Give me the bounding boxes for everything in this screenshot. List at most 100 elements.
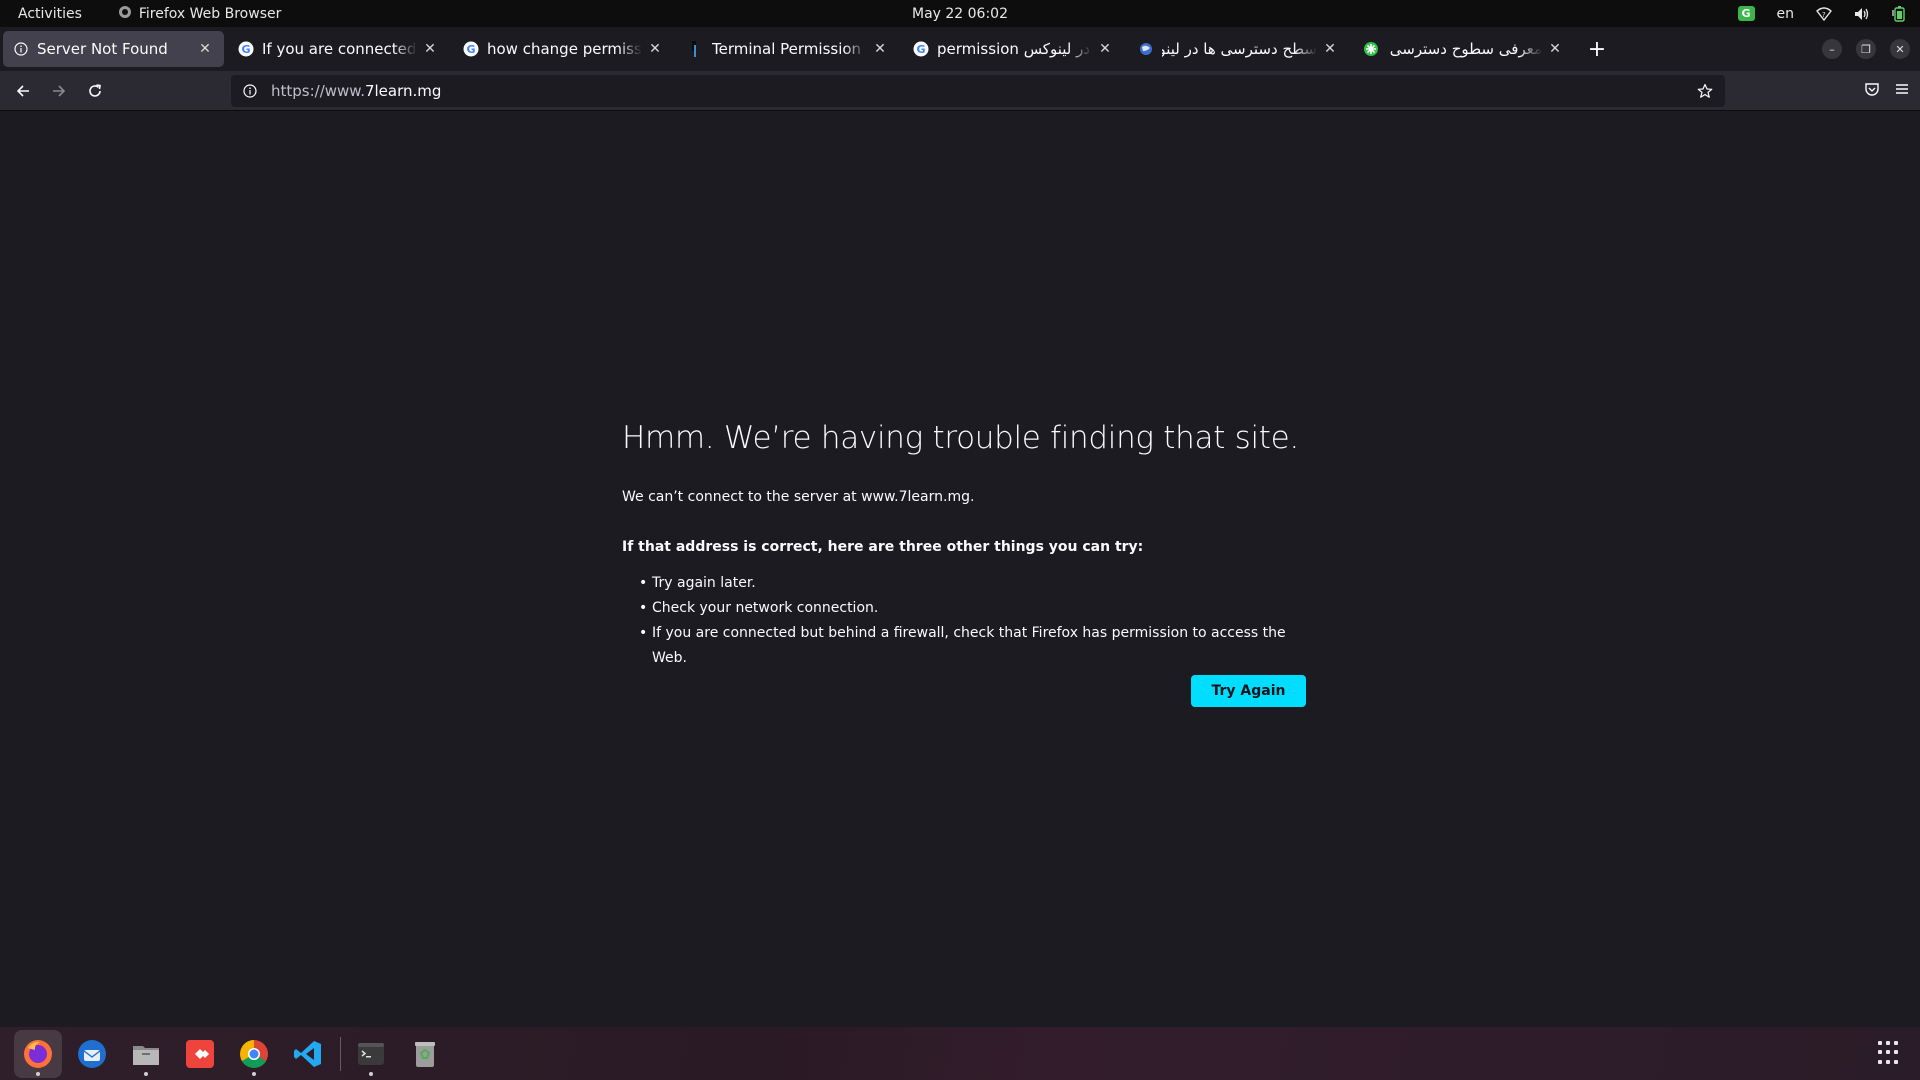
language-indicator[interactable]: en: [1777, 6, 1795, 22]
url-domain: 7learn.mg: [364, 82, 442, 100]
dock-anydesk[interactable]: [176, 1030, 224, 1078]
google-icon: G: [463, 41, 479, 57]
restore-icon[interactable]: ❐: [1856, 39, 1876, 59]
grid-dot: [1886, 1041, 1890, 1045]
terminal-icon: [358, 1042, 384, 1065]
close-tab-icon[interactable]: ✕: [1546, 40, 1564, 58]
tab-server-not-found[interactable]: Server Not Found ✕: [3, 31, 224, 67]
window-controls: – ❐ ✕: [1822, 27, 1910, 71]
grid-dot: [1894, 1050, 1898, 1055]
grammarly-tray-icon[interactable]: G: [1737, 6, 1755, 21]
tab-introduce-access-levels[interactable]: معرفی سطوح دسترسی ( ) ✕: [1353, 31, 1574, 67]
tab-title: how change permission in linux: [487, 40, 642, 58]
thunderbird-icon: [78, 1039, 106, 1068]
svg-text:G: G: [241, 43, 250, 56]
reload-button[interactable]: [79, 75, 111, 107]
running-indicator: [144, 1071, 148, 1076]
site-info-icon[interactable]: [241, 82, 259, 100]
ubuntu-dock: [0, 1027, 1920, 1080]
running-indicator: [252, 1071, 256, 1076]
wifi-icon[interactable]: ?: [1816, 6, 1832, 21]
pocket-icon[interactable]: [1864, 81, 1880, 101]
navigation-toolbar: https://www.7learn.mg: [0, 71, 1920, 111]
close-tab-icon[interactable]: ✕: [646, 40, 664, 58]
grid-dot: [1894, 1041, 1898, 1045]
firefox-icon: [24, 1039, 52, 1068]
close-window-icon[interactable]: ✕: [1890, 39, 1910, 59]
list-item: Try again later.: [639, 571, 1302, 596]
dock-thunderbird[interactable]: [68, 1030, 116, 1078]
error-page: Hmm. We’re having trouble finding that s…: [622, 420, 1306, 707]
tab-title: معرفی سطوح دسترسی ( ): [1387, 40, 1542, 58]
back-button[interactable]: [7, 75, 39, 107]
hamburger-menu-icon[interactable]: [1894, 81, 1910, 101]
url-bar[interactable]: https://www.7learn.mg: [231, 75, 1725, 107]
tab-change-permission-search[interactable]: G how change permission in linux ✕: [453, 31, 674, 67]
svg-text:G: G: [466, 43, 475, 56]
tab-title: سطح دسترسی ها در لینوکس: [1162, 40, 1317, 58]
activities-button[interactable]: Activities: [0, 6, 100, 22]
svg-text:G: G: [916, 43, 925, 56]
tab-title: Server Not Found: [37, 40, 168, 58]
system-tray: G en ?: [1737, 0, 1907, 27]
close-tab-icon[interactable]: ✕: [1096, 40, 1114, 58]
close-tab-icon[interactable]: ✕: [421, 40, 439, 58]
google-icon: G: [238, 41, 254, 57]
dock-terminal[interactable]: [347, 1030, 395, 1078]
suggestions-list: Try again later. Check your network conn…: [622, 571, 1302, 671]
grid-dot: [1886, 1050, 1890, 1055]
firefox-small-icon: [118, 5, 132, 23]
dock-firefox[interactable]: [14, 1029, 62, 1078]
forward-button[interactable]: [43, 75, 75, 107]
trash-icon: [415, 1041, 435, 1067]
app-name-label: Firefox Web Browser: [138, 5, 282, 22]
toolbar-right: [1864, 75, 1910, 107]
close-tab-icon[interactable]: ✕: [1321, 40, 1339, 58]
list-item: Check your network connection.: [639, 596, 1302, 621]
bookmark-star-icon[interactable]: [1695, 81, 1715, 101]
minimize-icon[interactable]: –: [1822, 39, 1842, 59]
chrome-icon: [240, 1039, 268, 1068]
arrow-left-icon: [16, 84, 29, 97]
volume-icon[interactable]: [1854, 7, 1870, 21]
close-tab-icon[interactable]: ✕: [871, 40, 889, 58]
error-heading: Hmm. We’re having trouble finding that s…: [622, 420, 1299, 456]
tab-firewall-search[interactable]: G If you are connected but behind a fire…: [228, 31, 449, 67]
error-description: We can’t connect to the server at www.7l…: [622, 489, 975, 505]
reload-icon: [89, 83, 101, 97]
clock[interactable]: May 22 06:02: [912, 6, 1008, 22]
grid-dot: [1878, 1059, 1882, 1064]
info-icon: [13, 41, 29, 57]
new-tab-button[interactable]: +: [1582, 34, 1612, 64]
google-icon: G: [913, 41, 929, 57]
arrow-right-icon: [53, 84, 66, 97]
dock-files[interactable]: [122, 1030, 170, 1078]
dock-trash[interactable]: [401, 1030, 449, 1078]
tab-permission-linux-persian[interactable]: G permission در لینوکس - Google ✕: [903, 31, 1124, 67]
gnome-top-bar: Activities Firefox Web Browser May 22 06…: [0, 0, 1920, 27]
grid-dot: [1894, 1059, 1898, 1064]
running-indicator: [369, 1071, 373, 1076]
app-menu[interactable]: Firefox Web Browser: [100, 5, 282, 23]
terminal-favicon: [688, 41, 704, 57]
grid-dot: [1878, 1041, 1882, 1045]
show-applications-icon[interactable]: [1878, 1041, 1902, 1065]
url-text[interactable]: https://www.7learn.mg: [271, 82, 1695, 100]
tab-title: permission در لینوکس - Google: [937, 40, 1092, 58]
tab-access-levels-linux[interactable]: سطح دسترسی ها در لینوکس ✕: [1128, 31, 1349, 67]
list-item: If you are connected but behind a firewa…: [639, 621, 1302, 671]
close-tab-icon[interactable]: ✕: [196, 40, 214, 58]
grid-dot: [1878, 1050, 1882, 1055]
dock-vscode[interactable]: [284, 1030, 332, 1078]
tab-terminal-permission-denied[interactable]: Terminal Permission Denied ✕: [678, 31, 899, 67]
battery-icon[interactable]: [1892, 5, 1906, 22]
grid-dot: [1886, 1059, 1890, 1064]
dock-separator: [340, 1036, 341, 1071]
globe-favicon: [1138, 41, 1154, 57]
svg-text:?: ?: [1822, 11, 1826, 19]
dock-chrome[interactable]: [230, 1030, 278, 1078]
url-prefix: https://www.: [271, 82, 365, 100]
try-again-button[interactable]: Try Again: [1191, 675, 1306, 707]
suggestions-lead: If that address is correct, here are thr…: [622, 539, 1144, 555]
tab-strip: Server Not Found ✕ G If you are connecte…: [0, 27, 1920, 71]
